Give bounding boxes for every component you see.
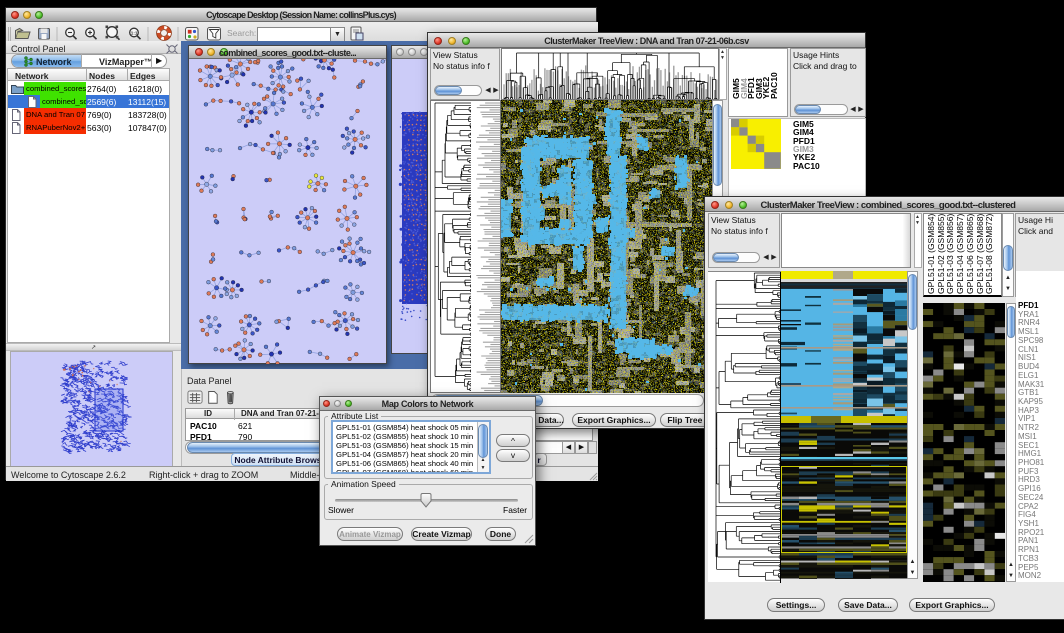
svg-text:1:1: 1:1 [131,31,138,36]
svg-text:Search:: Search: [227,28,256,38]
